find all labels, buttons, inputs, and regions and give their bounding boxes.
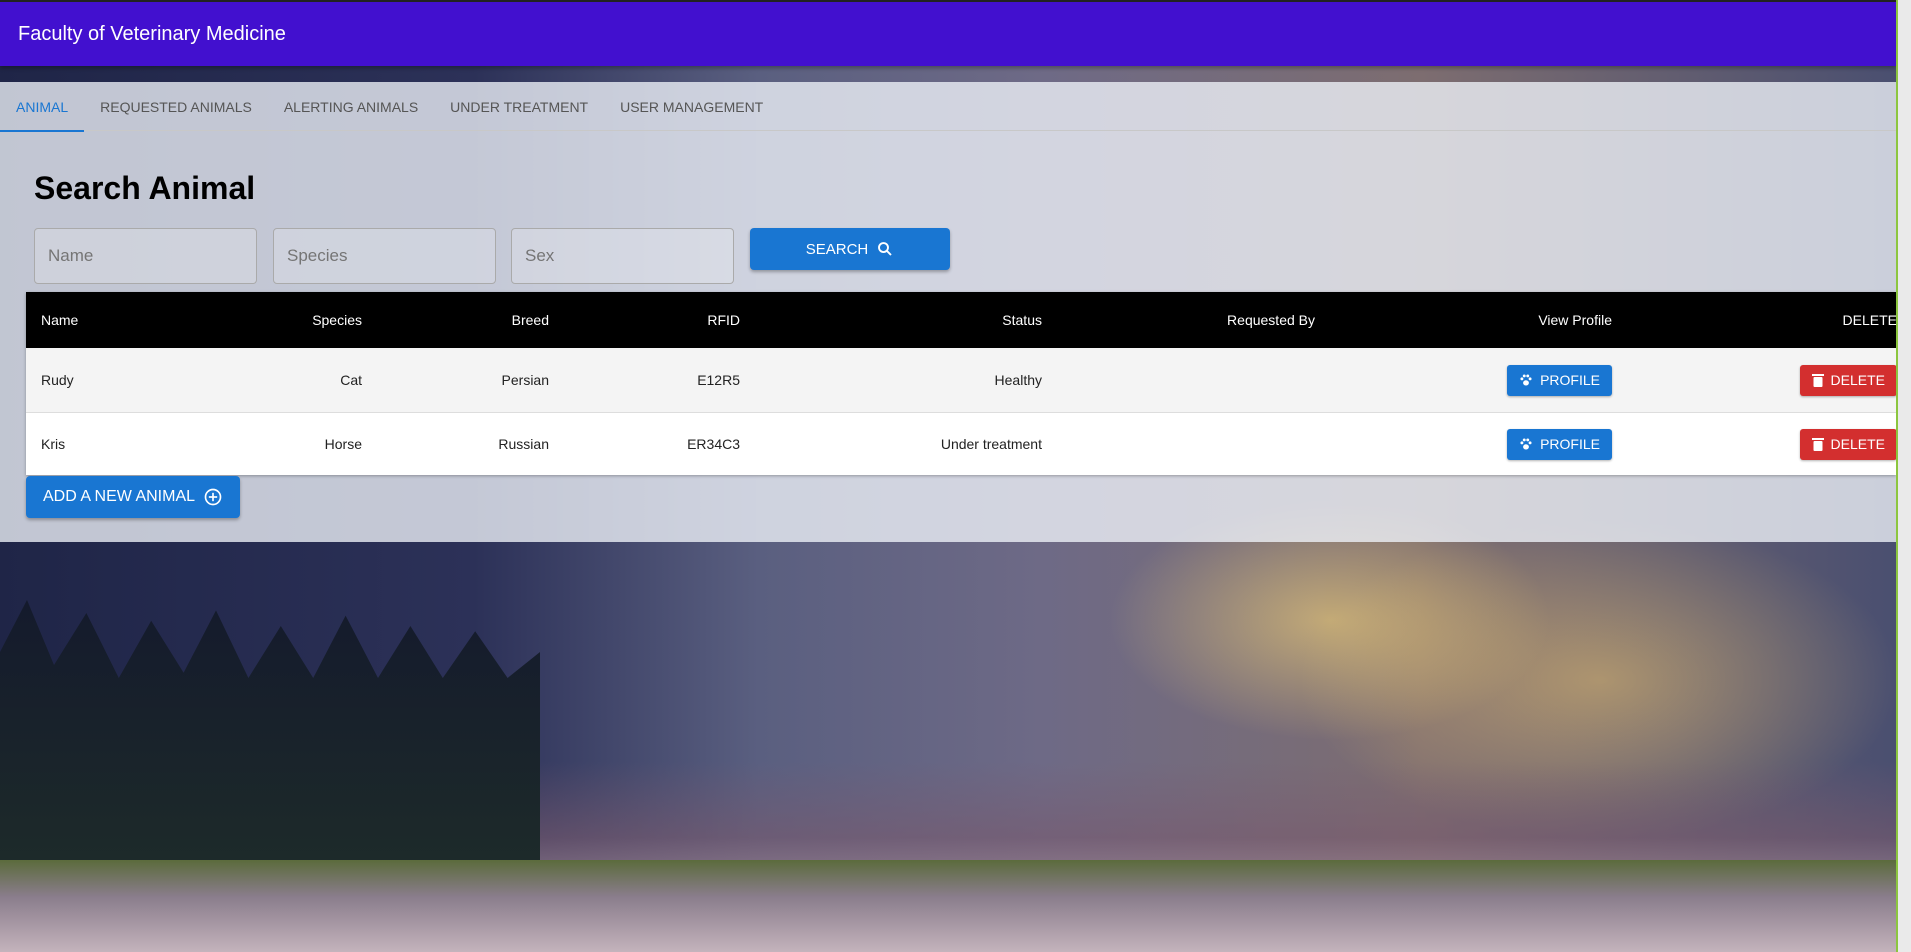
column-header: Name [41, 312, 79, 328]
sex-input[interactable] [511, 228, 734, 284]
paw-icon [1520, 374, 1532, 386]
table-row: Kris Horse Russian ER34C3 Under treatmen… [26, 413, 1897, 475]
species-input[interactable] [273, 228, 496, 284]
profile-button[interactable]: PROFILE [1507, 428, 1612, 460]
animal-table: Name Species Breed RFID Status Requested… [26, 292, 1897, 475]
cell-rfid: ER34C3 [687, 436, 740, 452]
cell-rfid: E12R5 [697, 372, 740, 388]
trash-icon [1811, 438, 1824, 451]
column-header: RFID [707, 312, 740, 328]
column-header: Breed [511, 312, 549, 328]
cell-species: Cat [340, 372, 362, 388]
scrollbar[interactable] [1896, 0, 1911, 952]
delete-button[interactable]: DELETE [1799, 364, 1897, 396]
tab-bar: ANIMAL REQUESTED ANIMALS ALERTING ANIMAL… [0, 82, 1896, 132]
cell-breed: Persian [501, 372, 549, 388]
plus-circle-icon [204, 488, 222, 506]
delete-button[interactable]: DELETE [1799, 428, 1897, 460]
table-row: Rudy Cat Persian E12R5 Healthy PROFILE D… [26, 348, 1897, 413]
add-animal-button[interactable]: ADD A NEW ANIMAL [26, 476, 240, 518]
profile-button-label: PROFILE [1540, 436, 1600, 452]
search-icon [878, 242, 892, 256]
add-animal-button-label: ADD A NEW ANIMAL [42, 488, 196, 505]
profile-button[interactable]: PROFILE [1507, 364, 1612, 396]
delete-button-label: DELETE [1830, 436, 1885, 452]
search-button[interactable]: SEARCH [750, 228, 950, 270]
column-header: Requested By [1227, 312, 1315, 328]
paw-icon [1520, 438, 1532, 450]
app-title: Faculty of Veterinary Medicine [18, 23, 286, 45]
search-button-label: SEARCH [805, 240, 869, 258]
tab-user-management[interactable]: USER MANAGEMENT [604, 82, 779, 131]
cell-status: Under treatment [940, 436, 1042, 452]
column-header: Species [312, 312, 362, 328]
tab-under-treatment[interactable]: UNDER TREATMENT [434, 82, 604, 131]
cell-species: Horse [324, 436, 362, 452]
name-input[interactable] [34, 228, 257, 284]
tab-animal[interactable]: ANIMAL [0, 82, 85, 132]
cell-breed: Russian [498, 436, 549, 452]
background-ground [0, 860, 1896, 952]
tab-alerting-animals[interactable]: ALERTING ANIMALS [268, 82, 434, 131]
cell-name: Rudy [41, 372, 74, 388]
delete-button-label: DELETE [1830, 372, 1885, 388]
profile-button-label: PROFILE [1540, 372, 1600, 388]
table-header: Name Species Breed RFID Status Requested… [26, 292, 1897, 348]
column-header: Status [1002, 312, 1042, 328]
column-header: DELETE [1842, 312, 1897, 328]
cell-status: Healthy [994, 372, 1042, 388]
cell-name: Kris [41, 436, 66, 452]
page-title: Search Animal [34, 170, 256, 206]
tab-requested-animals[interactable]: REQUESTED ANIMALS [84, 82, 268, 131]
trash-icon [1811, 374, 1824, 387]
column-header: View Profile [1538, 312, 1612, 328]
app-header: Faculty of Veterinary Medicine [0, 0, 1896, 66]
